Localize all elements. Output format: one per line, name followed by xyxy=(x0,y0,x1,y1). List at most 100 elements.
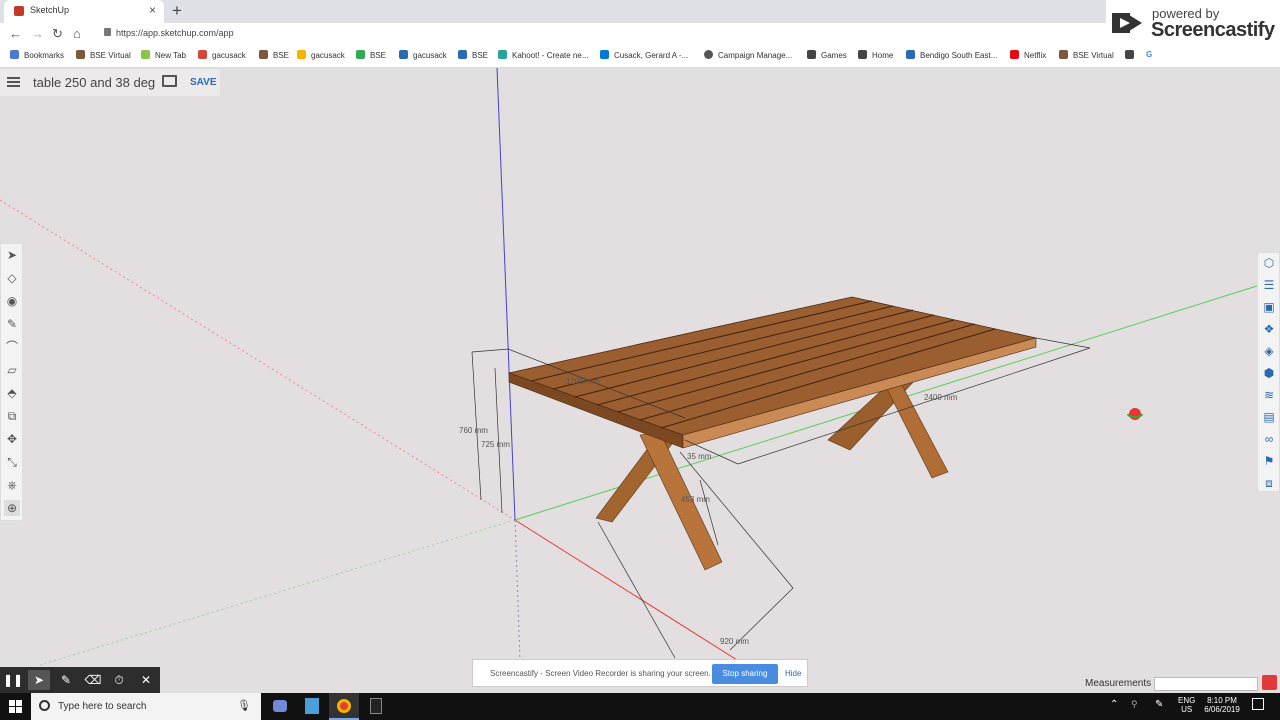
chevron-up-icon[interactable]: ⌃ xyxy=(1110,699,1118,710)
styles-icon[interactable]: ⬢ xyxy=(1261,365,1277,381)
clock[interactable]: 8:10 PM 6/06/2019 xyxy=(1200,696,1244,714)
bookmark-item[interactable]: Kahoot! - Create ne... xyxy=(498,50,589,60)
right-panel-toolbar: ⬡ ☰ ▣ ❖ ◈ ⬢ ≋ ▤ ∞ ⚑ ⧈ xyxy=(1257,252,1280,492)
bookmark-item[interactable]: Netflix xyxy=(1010,50,1046,60)
bookmark-favicon-icon xyxy=(704,50,713,59)
eraser-icon[interactable]: ⌫ xyxy=(82,670,104,690)
files-app-icon[interactable] xyxy=(297,693,327,720)
report-icon[interactable]: ⧈ xyxy=(1261,475,1277,491)
bookmark-item[interactable]: gacusack xyxy=(297,50,345,60)
layers-icon[interactable]: ≋ xyxy=(1261,387,1277,403)
url-field[interactable]: https://app.sketchup.com/app xyxy=(104,26,844,42)
search-icon xyxy=(39,700,50,711)
scenes-icon[interactable]: ▤ xyxy=(1261,409,1277,425)
pen-icon[interactable]: ✎ xyxy=(55,670,77,690)
arc-tool-icon[interactable]: ⌒ xyxy=(4,339,20,355)
entity-info-icon[interactable]: ⬡ xyxy=(1261,255,1277,271)
dim-leg: 453 mm xyxy=(681,495,710,504)
mic-tray-icon[interactable]: ⚲ xyxy=(1131,699,1138,710)
timer-icon[interactable]: ⏱ xyxy=(108,670,130,690)
pen-workspace-icon[interactable]: ✎ xyxy=(1155,699,1163,710)
left-toolbar: ➤ ◇ ◉ ✎ ⌒ ▱ ⬘ ⧉ ✥ ⤡ ⎈ ⊕ xyxy=(0,243,23,521)
outliner-icon[interactable]: ☰ xyxy=(1261,277,1277,293)
components-icon[interactable]: ❖ xyxy=(1261,321,1277,337)
orbit-cursor-icon xyxy=(1127,408,1143,420)
sketchup-title-bar: table 250 and 38 deg SAVE xyxy=(0,69,220,96)
sketchup-logo-icon xyxy=(1262,675,1277,690)
measurements-label: Measurements xyxy=(1085,678,1152,689)
microphone-icon[interactable]: 🎙 xyxy=(237,699,251,712)
rectangle-tool-icon[interactable]: ▱ xyxy=(4,362,20,378)
text-tool-icon[interactable]: ⎈ xyxy=(4,477,20,493)
sketchup-canvas[interactable]: 760 mm 725 mm 1200 mm 2400 mm 35 mm 453 … xyxy=(0,68,1280,693)
bookmark-item[interactable]: Cusack, Gerard A -... xyxy=(600,50,688,60)
bookmark-item[interactable]: Bendigo South East... xyxy=(906,50,997,60)
search-placeholder: Type here to search xyxy=(58,701,147,712)
bookmark-item[interactable]: Home xyxy=(858,50,893,60)
google-bookmark[interactable]: G xyxy=(1146,50,1152,59)
bookmark-item[interactable]: BSE xyxy=(259,50,289,60)
pencil-tool-icon[interactable]: ✎ xyxy=(4,316,20,332)
discord-app-icon[interactable] xyxy=(265,693,295,720)
model-name[interactable]: table 250 and 38 deg xyxy=(33,75,155,90)
bookmark-favicon-icon xyxy=(399,50,408,59)
offset-tool-icon[interactable]: ⧉ xyxy=(4,408,20,424)
bookmark-item[interactable]: Bookmarks xyxy=(10,50,64,60)
folder-icon[interactable] xyxy=(162,75,177,87)
pause-icon[interactable]: ❚❚ xyxy=(2,670,24,690)
dim-width: 1200 mm xyxy=(566,377,600,386)
back-icon[interactable]: ← xyxy=(9,26,22,41)
notification-icon[interactable] xyxy=(1252,698,1264,710)
hide-button[interactable]: Hide xyxy=(785,669,801,678)
bookmark-favicon-icon xyxy=(1059,50,1068,59)
url-text: https://app.sketchup.com/app xyxy=(116,28,234,38)
stop-sharing-button[interactable]: Stop sharing xyxy=(712,664,778,684)
measurements-input[interactable] xyxy=(1154,677,1258,691)
lock-icon xyxy=(104,28,111,36)
netflix-icon xyxy=(1010,50,1019,59)
taskbar-search[interactable]: Type here to search 🎙 xyxy=(31,693,261,720)
cursor-icon[interactable]: ➤ xyxy=(28,670,50,690)
bookmark-item[interactable]: Campaign Manage... xyxy=(704,50,792,60)
bookmark-item[interactable]: gacusack xyxy=(198,50,246,60)
windows-start-icon[interactable] xyxy=(9,700,22,713)
reload-icon[interactable]: ↻ xyxy=(52,26,63,42)
select-tool-icon[interactable]: ➤ xyxy=(4,247,20,263)
bookmark-item[interactable]: Games xyxy=(807,50,847,60)
bookmark-item[interactable]: New Tab xyxy=(141,50,186,60)
hamburger-menu-icon[interactable] xyxy=(7,77,20,87)
orbit-tool-icon[interactable]: ⊕ xyxy=(4,500,20,516)
chrome-app-icon[interactable] xyxy=(329,693,359,720)
close-icon[interactable]: ✕ xyxy=(135,670,157,690)
paint-bucket-icon[interactable]: ◉ xyxy=(4,293,20,309)
new-tab-icon[interactable]: + xyxy=(172,1,182,21)
materials-icon[interactable]: ◈ xyxy=(1261,343,1277,359)
tape-measure-icon[interactable]: ⤡ xyxy=(4,454,20,470)
browser-tab[interactable]: SketchUp × xyxy=(4,0,164,23)
epic-app-icon[interactable] xyxy=(361,693,391,720)
home-icon[interactable]: ⌂ xyxy=(73,26,81,41)
bookmark-item[interactable]: gacusack xyxy=(399,50,447,60)
blue-axis-dotted xyxy=(514,519,521,661)
instructor-icon[interactable]: ▣ xyxy=(1261,299,1277,315)
tab-title: SketchUp xyxy=(30,5,70,15)
bookmark-item[interactable]: BSE xyxy=(356,50,386,60)
drive-icon xyxy=(297,50,306,59)
bookmark-favicon-icon xyxy=(259,50,268,59)
forward-icon[interactable]: → xyxy=(31,26,44,41)
bookmark-item[interactable]: BSE xyxy=(458,50,488,60)
bookmark-item[interactable]: BSE Virtual xyxy=(1059,50,1114,60)
move-tool-icon[interactable]: ✥ xyxy=(4,431,20,447)
push-pull-icon[interactable]: ⬘ xyxy=(4,385,20,401)
display-icon[interactable]: ∞ xyxy=(1261,431,1277,447)
gmail-icon xyxy=(198,50,207,59)
bookmark-item[interactable]: BSE Virtual xyxy=(76,50,131,60)
close-tab-icon[interactable]: × xyxy=(149,3,156,17)
outlook-icon xyxy=(600,50,609,59)
language-indicator[interactable]: ENG US xyxy=(1178,696,1195,714)
eraser-tool-icon[interactable]: ◇ xyxy=(4,270,20,286)
bookmark-favicon-icon xyxy=(141,50,150,59)
solar-icon[interactable]: ⚑ xyxy=(1261,453,1277,469)
save-button[interactable]: SAVE xyxy=(190,77,217,88)
bookmark-item[interactable] xyxy=(1125,50,1139,60)
